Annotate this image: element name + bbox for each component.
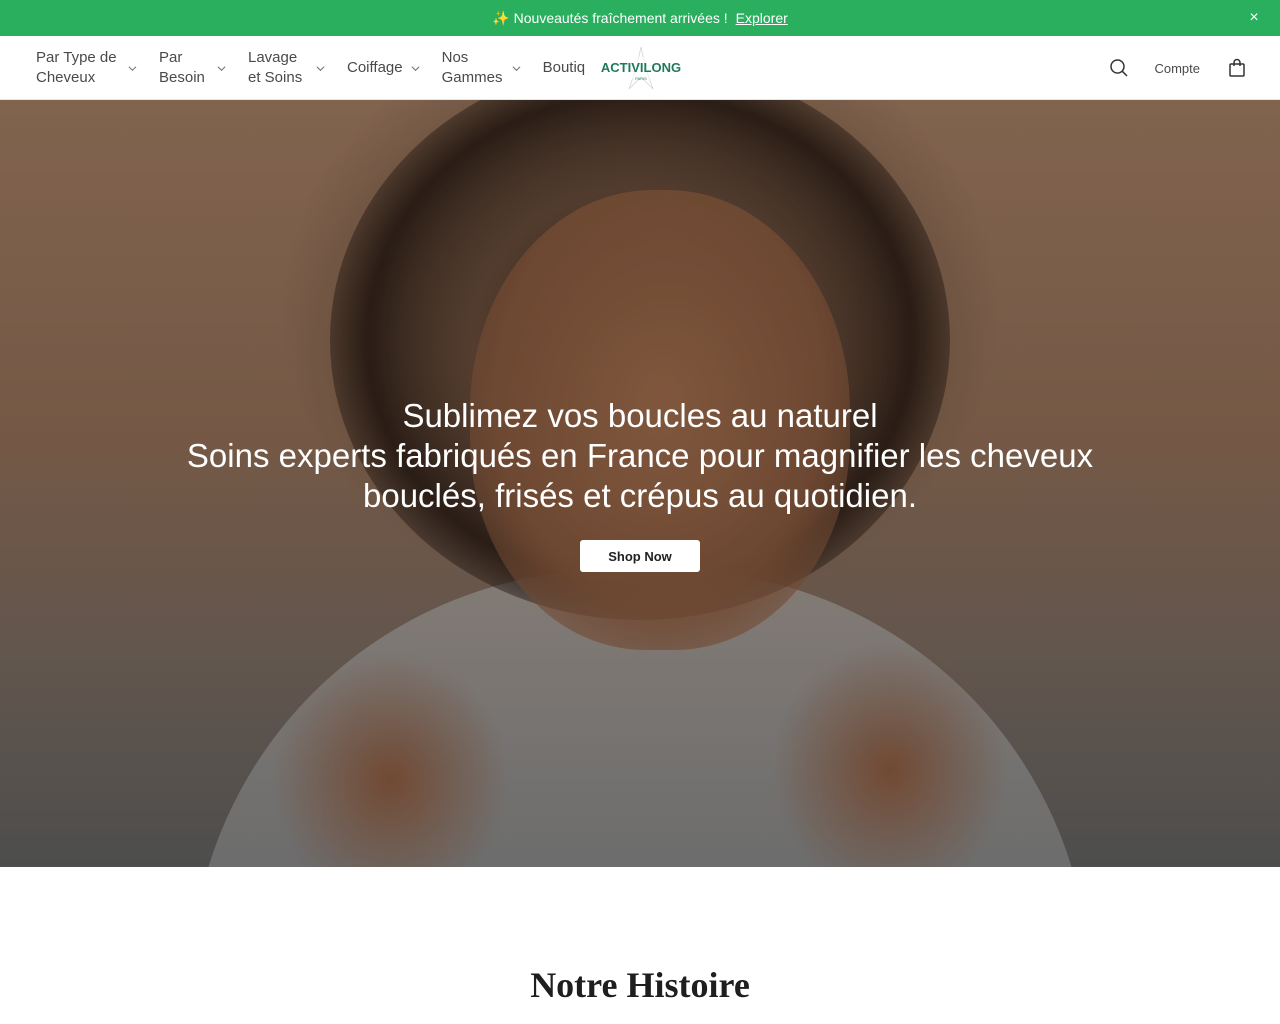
account-link[interactable]: Compte	[1154, 61, 1200, 76]
nav-item-label: Par Besoin	[159, 49, 205, 86]
cart-button[interactable]	[1226, 57, 1248, 79]
site-header: Par Type de Cheveux Par Besoin Lavage et…	[0, 36, 1280, 100]
story-section-title: Notre Histoire	[530, 965, 750, 1005]
search-button[interactable]	[1108, 57, 1130, 79]
chevron-down-icon	[411, 65, 420, 71]
logo-brand-text: ACTIVILONG	[601, 60, 681, 75]
activilong-logo[interactable]: ACTIVILONG PARIS	[598, 45, 684, 91]
hero-subtitle: Soins experts fabriqués en France pour m…	[186, 437, 1094, 514]
hero-banner: Sublimez vos boucles au naturel Soins ex…	[0, 100, 1280, 867]
shopping-bag-icon	[1229, 58, 1245, 77]
announcement-bar: ✨ Nouveautés fraîchement arrivées ! Expl…	[0, 0, 1280, 36]
nav-item-label: Coiffage	[347, 59, 403, 76]
nav-item-label: Lavage et Soins	[248, 49, 303, 86]
nav-item-shop[interactable]: Boutiq	[543, 58, 586, 78]
nav-item-wash-care[interactable]: Lavage et Soins	[248, 48, 325, 88]
nav-item-styling[interactable]: Coiffage	[347, 58, 420, 78]
hero-text: Sublimez vos boucles au naturel Soins ex…	[0, 396, 1280, 516]
chevron-down-icon	[128, 65, 137, 71]
chevron-down-icon	[512, 65, 521, 71]
nav-item-ranges[interactable]: Nos Gammes	[442, 48, 521, 88]
nav-item-need[interactable]: Par Besoin	[159, 48, 226, 88]
announcement-explore-link[interactable]: Explorer	[736, 10, 788, 26]
nav-item-label: Par Type de Cheveux	[36, 49, 117, 86]
announcement-text: Nouveautés fraîchement arrivées !	[513, 10, 728, 26]
nav-item-hair-type[interactable]: Par Type de Cheveux	[36, 48, 137, 88]
main-nav: Par Type de Cheveux Par Besoin Lavage et…	[36, 36, 607, 100]
header-tools: Compte	[1108, 36, 1248, 100]
nav-item-label: Boutiq	[542, 59, 586, 76]
search-icon	[1110, 59, 1128, 77]
close-announcement-button[interactable]: ×	[1244, 8, 1264, 28]
sparkle-icon: ✨	[492, 9, 510, 26]
shop-now-button[interactable]: Shop Now	[580, 540, 700, 572]
chevron-down-icon	[316, 65, 325, 71]
nav-item-label: Nos Gammes	[441, 49, 503, 86]
hero-title: Sublimez vos boucles au naturel	[402, 397, 878, 434]
logo-sub-text: PARIS	[635, 76, 647, 81]
chevron-down-icon	[217, 65, 226, 71]
